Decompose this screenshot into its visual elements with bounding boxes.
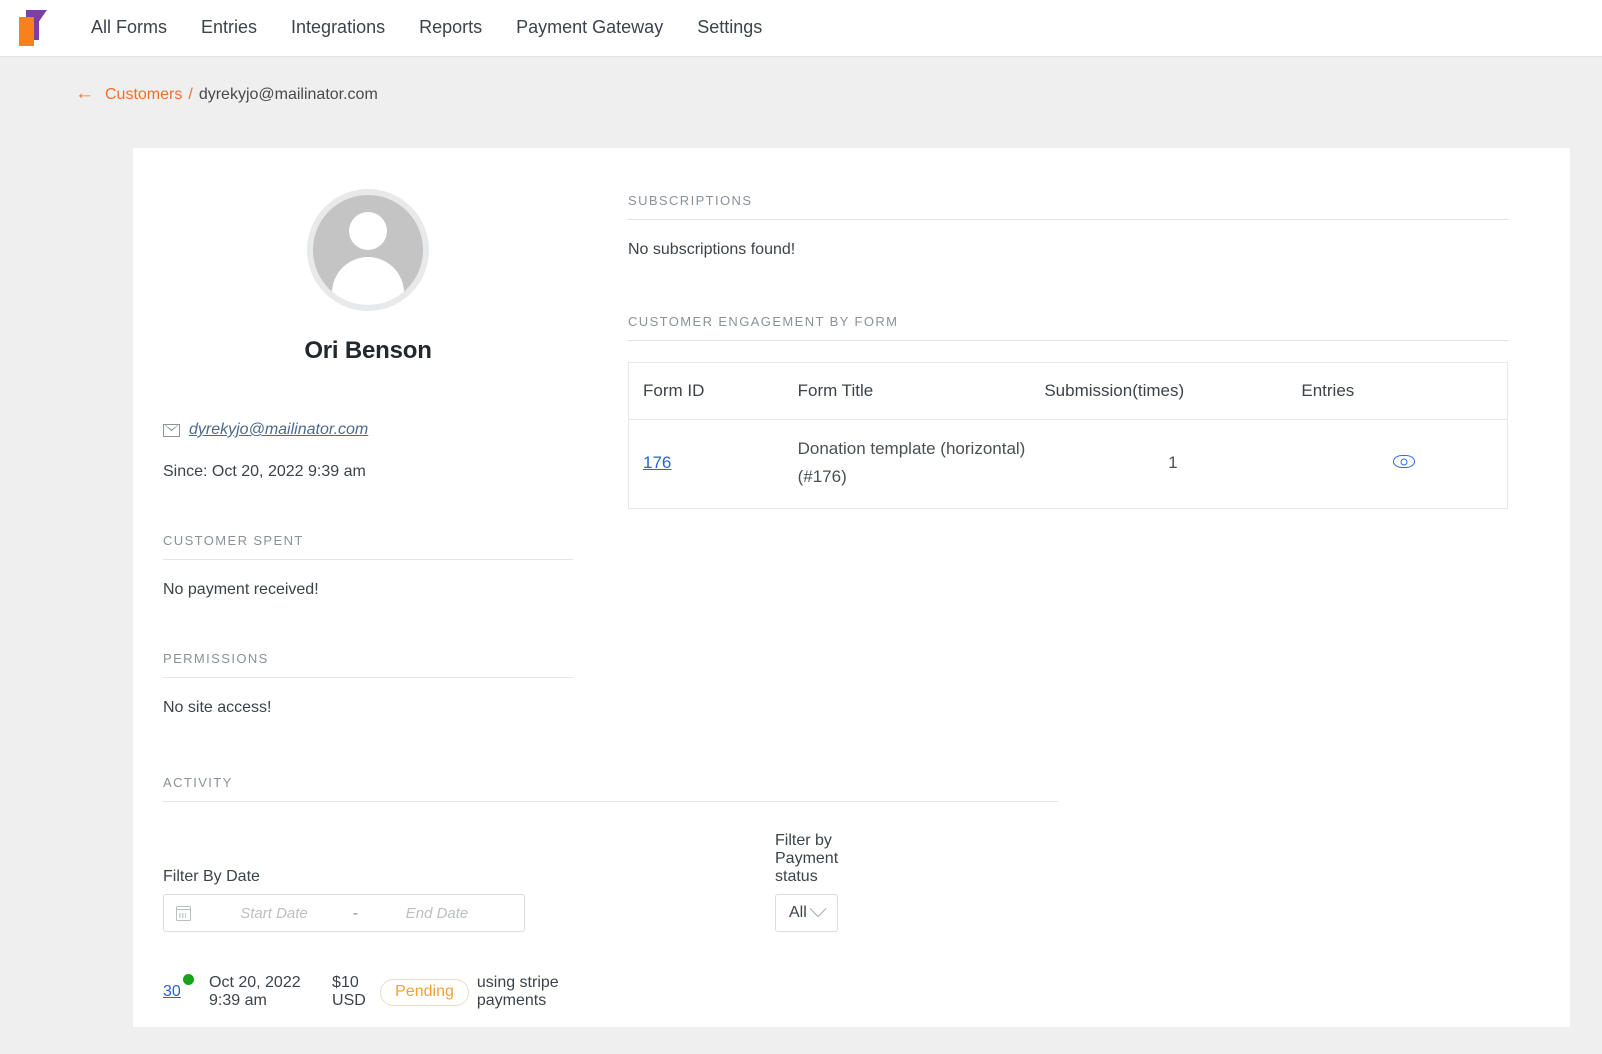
nav-item-settings[interactable]: Settings bbox=[680, 10, 779, 45]
back-arrow-icon[interactable]: ← bbox=[75, 84, 94, 103]
activity-amount: $10 USD bbox=[332, 974, 372, 1010]
customer-engagement-table: Form ID Form Title Submission(times) Ent… bbox=[628, 362, 1508, 509]
table-header-row: Form ID Form Title Submission(times) Ent… bbox=[629, 363, 1508, 420]
end-date-input[interactable] bbox=[362, 905, 512, 922]
activity-payment-method: using stripe payments bbox=[477, 974, 573, 1010]
mail-icon bbox=[163, 424, 180, 437]
nav-item-integrations[interactable]: Integrations bbox=[274, 10, 402, 45]
activity-heading: ACTIVITY bbox=[163, 775, 573, 801]
nav-item-payment-gateway[interactable]: Payment Gateway bbox=[499, 10, 680, 45]
status-dot-icon bbox=[183, 974, 194, 985]
customer-since: Since: Oct 20, 2022 9:39 am bbox=[163, 463, 573, 481]
nav-item-entries[interactable]: Entries bbox=[184, 10, 274, 45]
filter-by-date-group: Filter By Date - bbox=[163, 868, 525, 932]
column-header-form-title: Form Title bbox=[798, 363, 1045, 420]
subscriptions-text: No subscriptions found! bbox=[628, 220, 1508, 259]
customer-spent-section: CUSTOMER SPENT No payment received! bbox=[163, 533, 573, 599]
customer-email-link[interactable]: dyrekyjo@mailinator.com bbox=[189, 421, 368, 439]
customer-engagement-section: CUSTOMER ENGAGEMENT BY FORM Form ID Form… bbox=[628, 314, 1508, 509]
calendar-icon[interactable] bbox=[176, 906, 191, 921]
activity-list-item: 30 Oct 20, 2022 9:39 am $10 USD Pending … bbox=[163, 974, 573, 1010]
column-header-form-id: Form ID bbox=[629, 363, 798, 420]
customer-engagement-heading: CUSTOMER ENGAGEMENT BY FORM bbox=[628, 314, 1508, 340]
cell-form-title: Donation template (horizontal) (#176) bbox=[798, 420, 1045, 509]
customer-name: Ori Benson bbox=[133, 337, 603, 365]
breadcrumb-link-customers[interactable]: Customers bbox=[105, 87, 182, 103]
date-range-input[interactable]: - bbox=[163, 894, 525, 932]
customer-spent-heading: CUSTOMER SPENT bbox=[163, 533, 573, 559]
column-header-entries: Entries bbox=[1301, 363, 1507, 420]
cell-entries bbox=[1301, 420, 1507, 509]
section-divider bbox=[628, 340, 1508, 341]
nav-item-reports[interactable]: Reports bbox=[402, 10, 499, 45]
cell-submissions: 1 bbox=[1044, 420, 1301, 509]
app-logo-icon[interactable] bbox=[16, 8, 50, 48]
eye-icon[interactable] bbox=[1393, 455, 1415, 468]
permissions-text: No site access! bbox=[163, 678, 573, 717]
top-navigation-bar: All Forms Entries Integrations Reports P… bbox=[0, 0, 1602, 57]
activity-filters: Filter By Date - Filter by Payment statu… bbox=[163, 832, 573, 932]
customer-spent-text: No payment received! bbox=[163, 560, 573, 599]
subscriptions-section: SUBSCRIPTIONS No subscriptions found! bbox=[628, 193, 1508, 259]
activity-entry-id-wrap: 30 bbox=[163, 983, 209, 1001]
activity-section: ACTIVITY Filter By Date - Filter by P bbox=[163, 775, 573, 1010]
permissions-heading: PERMISSIONS bbox=[163, 651, 573, 677]
customer-details-column: SUBSCRIPTIONS No subscriptions found! CU… bbox=[603, 148, 1570, 1027]
customer-email-row: dyrekyjo@mailinator.com bbox=[163, 421, 573, 439]
date-range-separator: - bbox=[349, 905, 362, 922]
start-date-input[interactable] bbox=[199, 905, 349, 922]
nav-item-all-forms[interactable]: All Forms bbox=[74, 10, 184, 45]
breadcrumb-current: dyrekyjo@mailinator.com bbox=[199, 87, 378, 103]
customer-detail-card: Ori Benson dyrekyjo@mailinator.com Since… bbox=[133, 148, 1570, 1027]
avatar bbox=[307, 189, 429, 311]
nav-item-list: All Forms Entries Integrations Reports P… bbox=[74, 10, 779, 45]
activity-status-badge: Pending bbox=[380, 979, 469, 1006]
permissions-section: PERMISSIONS No site access! bbox=[163, 651, 573, 717]
table-row: 176 Donation template (horizontal) (#176… bbox=[629, 420, 1508, 509]
activity-timestamp: Oct 20, 2022 9:39 am bbox=[209, 974, 304, 1010]
customer-profile-column: Ori Benson dyrekyjo@mailinator.com Since… bbox=[133, 148, 603, 1027]
column-header-submissions: Submission(times) bbox=[1044, 363, 1301, 420]
breadcrumb: ← Customers / dyrekyjo@mailinator.com bbox=[0, 57, 1602, 104]
cell-form-id: 176 bbox=[629, 420, 798, 509]
filter-by-date-label: Filter By Date bbox=[163, 868, 525, 894]
activity-entry-id-link[interactable]: 30 bbox=[163, 983, 181, 1000]
avatar-container bbox=[133, 189, 603, 311]
breadcrumb-separator: / bbox=[188, 87, 192, 103]
subscriptions-heading: SUBSCRIPTIONS bbox=[628, 193, 1508, 219]
form-id-link[interactable]: 176 bbox=[643, 453, 671, 472]
